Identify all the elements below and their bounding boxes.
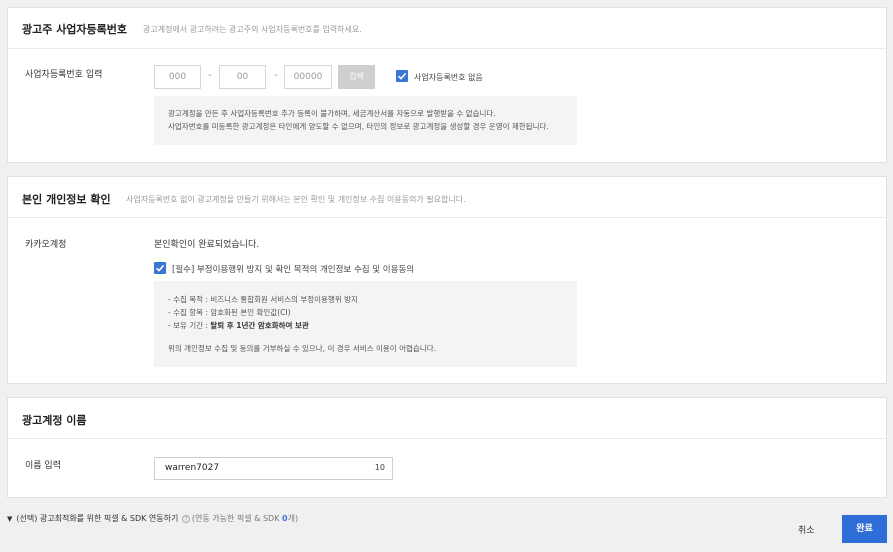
biz-number-dash-2: - (274, 70, 278, 81)
pixel-sdk-toggle-label: (선택) 광고최적화를 위한 픽셀 & SDK 연동하기 (16, 514, 179, 523)
biz-number-notice: 광고계정을 만든 후 사업자등록번호 추가 등록이 불가하며, 세금계산서를 자… (154, 96, 577, 145)
identity-header: 본인 개인정보 확인 사업자등록번호 없이 광고계정을 만들기 위해서는 본인 … (8, 177, 886, 218)
biz-number-part1-input[interactable]: 000 (154, 65, 201, 89)
consent-label: [필수] 부정이용행위 방지 및 확인 목적의 개인정보 수집 및 이용동의 (172, 265, 415, 275)
account-name-section: 광고계정 이름 이름 입력 warren7027 10 (7, 397, 887, 498)
pixel-sdk-sub-suffix: 개) (287, 514, 299, 523)
name-input-label: 이름 입력 (25, 461, 61, 471)
consent-detail-box: - 수집 목적 : 비즈니스 통합회원 서비스의 부정이용행위 방지 - 수집 … (154, 281, 577, 367)
verified-text: 본인확인이 완료되었습니다. (154, 240, 260, 250)
checkmark-icon (397, 72, 407, 80)
question-icon[interactable]: ? (181, 514, 190, 523)
consent-period-prefix: - 보유 기간 : (168, 321, 211, 330)
biz-number-dash-1: - (208, 70, 212, 81)
checkmark-icon (155, 264, 165, 272)
account-name-input[interactable]: warren7027 10 (154, 457, 393, 480)
consent-checkbox[interactable] (154, 262, 166, 274)
account-name-char-count: 10 (374, 463, 385, 472)
consent-items: - 수집 항목 : 암호화된 본인 확인값(CI) (168, 308, 291, 317)
biz-number-title: 광고주 사업자등록번호 (22, 23, 128, 36)
account-name-title: 광고계정 이름 (22, 414, 87, 427)
biz-number-label: 사업자등록번호 입력 (25, 70, 103, 80)
consent-purpose: - 수집 목적 : 비즈니스 통합회원 서비스의 부정이용행위 방지 (168, 295, 358, 304)
biz-number-part2-input[interactable]: 00 (219, 65, 266, 89)
kakao-account-label: 카카오계정 (25, 240, 67, 250)
done-button[interactable]: 완료 (842, 515, 887, 543)
biz-number-header: 광고주 사업자등록번호 광고계정에서 광고하려는 광고주의 사업자등록번호를 입… (8, 8, 886, 49)
pixel-sdk-toggle[interactable]: ▼ (선택) 광고최적화를 위한 픽셀 & SDK 연동하기 ? (연동 가능한 픽… (7, 513, 298, 524)
no-biz-number-checkbox[interactable] (396, 70, 408, 82)
consent-refuse-text: 위의 개인정보 수집 및 동의를 거부하실 수 있으나, 이 경우 서비스 이용… (168, 344, 436, 353)
account-name-header: 광고계정 이름 (8, 398, 886, 439)
identity-title: 본인 개인정보 확인 (22, 193, 111, 206)
biz-number-part3-input[interactable]: 00000 (284, 65, 332, 89)
biz-number-check-button[interactable]: 검색 (338, 65, 375, 89)
biz-number-desc: 광고계정에서 광고하려는 광고주의 사업자등록번호를 입력하세요. (143, 25, 362, 34)
no-biz-number-label: 사업자등록번호 없음 (414, 73, 483, 82)
biz-notice-line-1: 광고계정을 만든 후 사업자등록번호 추가 등록이 불가하며, 세금계산서를 자… (168, 109, 496, 118)
consent-period: - 보유 기간 : 탈퇴 후 1년간 암호화하여 보관 (168, 320, 309, 331)
biz-notice-line-2: 사업자번호를 미등록한 광고계정은 타인에게 양도할 수 없으며, 타인의 정보… (168, 122, 549, 131)
identity-section: 본인 개인정보 확인 사업자등록번호 없이 광고계정을 만들기 위해서는 본인 … (7, 176, 887, 384)
pixel-sdk-sub-prefix: (연동 가능한 픽셀 & SDK (191, 514, 282, 523)
biz-number-section: 광고주 사업자등록번호 광고계정에서 광고하려는 광고주의 사업자등록번호를 입… (7, 7, 887, 163)
cancel-button[interactable]: 취소 (798, 523, 815, 536)
account-name-value: warren7027 (165, 463, 220, 473)
triangle-down-icon: ▼ (7, 515, 13, 523)
consent-period-bold: 탈퇴 후 1년간 암호화하여 보관 (210, 321, 309, 330)
identity-desc: 사업자등록번호 없이 광고계정을 만들기 위해서는 본인 확인 및 개인정보 수… (126, 195, 466, 204)
